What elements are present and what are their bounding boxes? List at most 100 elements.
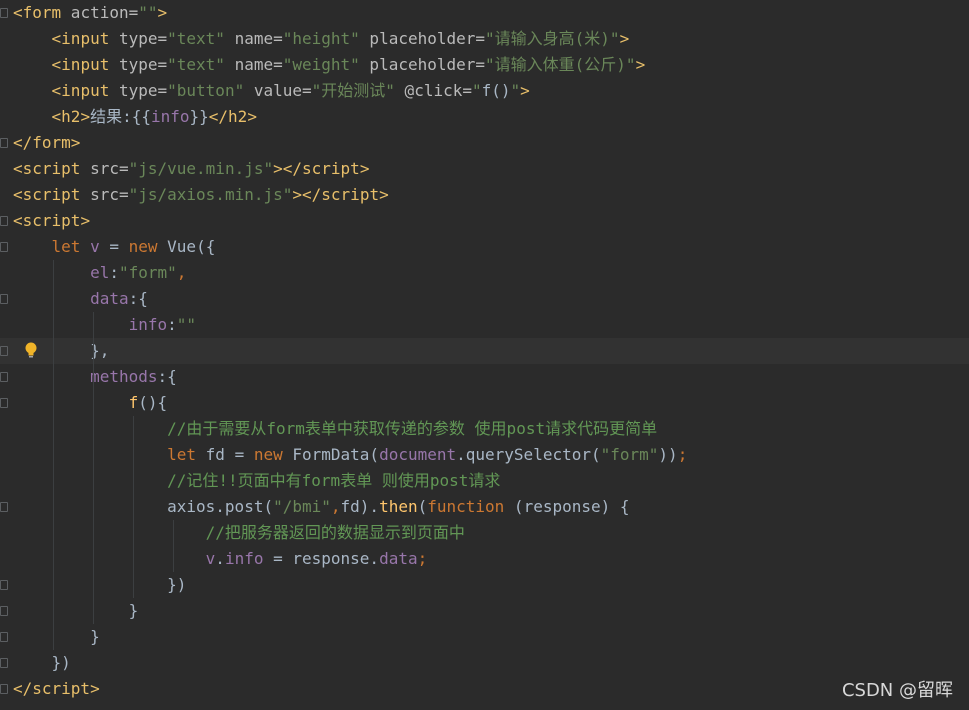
code-token: new bbox=[128, 237, 158, 256]
code-token: info bbox=[128, 315, 168, 334]
code-token: h2 bbox=[61, 107, 81, 126]
code-text: info:"" bbox=[13, 312, 196, 338]
code-token: :{ bbox=[128, 289, 148, 308]
code-line[interactable]: methods:{ bbox=[0, 364, 969, 390]
code-line[interactable]: } bbox=[0, 624, 969, 650]
code-text: <input type="button" value="开始测试" @click… bbox=[13, 78, 530, 104]
code-text: let v = new Vue({ bbox=[13, 234, 216, 260]
fold-marker[interactable] bbox=[0, 8, 8, 18]
code-line[interactable]: <input type="button" value="开始测试" @click… bbox=[0, 78, 969, 104]
code-token: then bbox=[379, 497, 418, 516]
code-line[interactable]: </form> bbox=[0, 130, 969, 156]
code-token: f bbox=[128, 393, 139, 412]
fold-marker[interactable] bbox=[0, 372, 8, 382]
fold-marker[interactable] bbox=[0, 294, 8, 304]
code-line[interactable]: <script src="js/axios.min.js"></script> bbox=[0, 182, 969, 208]
code-token: "请输入身高(米)" bbox=[485, 29, 620, 48]
fold-marker[interactable] bbox=[0, 502, 8, 512]
code-text: <script> bbox=[13, 208, 90, 234]
code-text: axios.post("/bmi",fd).then(function (res… bbox=[13, 494, 629, 520]
lightbulb-icon[interactable] bbox=[24, 342, 38, 360]
code-editor[interactable]: <form action=""> <input type="text" name… bbox=[0, 0, 969, 710]
code-token: }) bbox=[13, 653, 71, 672]
code-token: > bbox=[90, 679, 100, 698]
fold-marker[interactable] bbox=[0, 398, 8, 408]
code-token: methods bbox=[90, 367, 158, 386]
code-token: name= bbox=[224, 55, 283, 74]
code-line[interactable]: //记住!!页面中有form表单 则使用post请求 bbox=[0, 468, 969, 494]
fold-marker[interactable] bbox=[0, 580, 8, 590]
code-line[interactable]: }) bbox=[0, 650, 969, 676]
fold-marker[interactable] bbox=[0, 346, 8, 356]
code-token: "/bmi" bbox=[273, 497, 331, 516]
fold-marker[interactable] bbox=[0, 216, 8, 226]
code-token: input bbox=[61, 29, 110, 48]
code-token: input bbox=[61, 55, 110, 74]
code-line[interactable]: v.info = response.data; bbox=[0, 546, 969, 572]
code-text: <script src="js/vue.min.js"></script> bbox=[13, 156, 369, 182]
code-line[interactable]: <form action=""> bbox=[0, 0, 969, 26]
code-token: }) bbox=[13, 575, 187, 594]
code-text: </script> bbox=[13, 676, 100, 702]
code-token: ; bbox=[677, 445, 688, 464]
code-token: type= bbox=[109, 29, 168, 48]
code-line[interactable]: el:"form", bbox=[0, 260, 969, 286]
code-text: //把服务器返回的数据显示到页面中 bbox=[13, 520, 465, 546]
code-token: "" bbox=[138, 3, 158, 22]
code-token: ></ bbox=[273, 159, 303, 178]
code-token: function bbox=[427, 497, 505, 516]
code-token: placeholder= bbox=[359, 55, 486, 74]
code-token: > bbox=[80, 211, 91, 230]
code-token: : bbox=[109, 263, 119, 282]
indent-guide bbox=[173, 520, 174, 572]
code-token: < bbox=[13, 81, 62, 100]
code-line[interactable]: <input type="text" name="height" placeho… bbox=[0, 26, 969, 52]
code-token: let bbox=[51, 237, 81, 256]
fold-marker[interactable] bbox=[0, 138, 8, 148]
code-line[interactable]: }) bbox=[0, 572, 969, 598]
code-text: }) bbox=[13, 650, 71, 676]
code-line[interactable]: } bbox=[0, 598, 969, 624]
code-token: < bbox=[13, 55, 62, 74]
code-token: "js/vue.min.js" bbox=[128, 159, 274, 178]
code-token: : bbox=[167, 315, 177, 334]
code-token: FormData( bbox=[282, 445, 380, 464]
code-line[interactable]: </script> bbox=[0, 676, 969, 702]
code-token: }} bbox=[189, 107, 209, 126]
code-token: info bbox=[150, 107, 190, 126]
code-line[interactable]: axios.post("/bmi",fd).then(function (res… bbox=[0, 494, 969, 520]
code-line[interactable]: data:{ bbox=[0, 286, 969, 312]
code-line[interactable]: let fd = new FormData(document.querySele… bbox=[0, 442, 969, 468]
code-token: > bbox=[635, 55, 646, 74]
fold-marker[interactable] bbox=[0, 242, 8, 252]
code-line[interactable]: f(){ bbox=[0, 390, 969, 416]
code-line[interactable]: let v = new Vue({ bbox=[0, 234, 969, 260]
code-line[interactable]: <h2>结果:{{info}}</h2> bbox=[0, 104, 969, 130]
code-text: data:{ bbox=[13, 286, 148, 312]
code-line[interactable]: <script src="js/vue.min.js"></script> bbox=[0, 156, 969, 182]
code-line[interactable]: }, bbox=[0, 338, 969, 364]
fold-marker[interactable] bbox=[0, 684, 8, 694]
code-line[interactable]: <script> bbox=[0, 208, 969, 234]
code-line[interactable]: //把服务器返回的数据显示到页面中 bbox=[0, 520, 969, 546]
code-token: = bbox=[99, 237, 129, 256]
fold-marker[interactable] bbox=[0, 658, 8, 668]
code-line[interactable]: //由于需要从form表单中获取传递的参数 使用post请求代码更简单 bbox=[0, 416, 969, 442]
code-text: <input type="text" name="height" placeho… bbox=[13, 26, 630, 52]
code-line[interactable]: info:"" bbox=[0, 312, 969, 338]
code-token: v bbox=[205, 549, 216, 568]
code-line[interactable]: <input type="text" name="weight" placeho… bbox=[0, 52, 969, 78]
code-token: "height" bbox=[282, 29, 360, 48]
code-text: } bbox=[13, 598, 139, 624]
code-token: > bbox=[379, 185, 389, 204]
fold-marker[interactable] bbox=[0, 606, 8, 616]
code-token: "" bbox=[176, 315, 197, 334]
code-token: . bbox=[215, 549, 225, 568]
fold-marker[interactable] bbox=[0, 632, 8, 642]
